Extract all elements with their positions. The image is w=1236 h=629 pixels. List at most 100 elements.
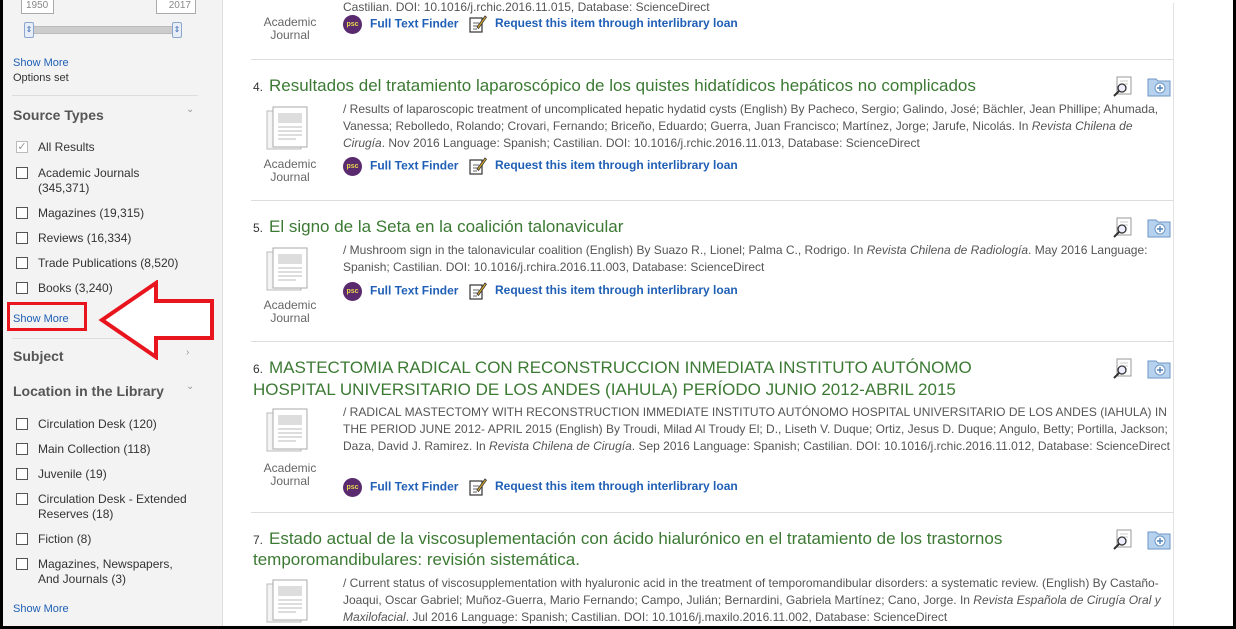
journal-thumbnail-icon[interactable] <box>265 407 315 453</box>
record-meta: / Results of laparoscopic treatment of u… <box>343 102 1159 150</box>
facet-label: Juvenile <box>38 467 83 481</box>
add-to-folder-icon[interactable] <box>1147 216 1171 238</box>
interlibrary-loan-link[interactable]: Request this item through interlibrary l… <box>469 282 738 300</box>
record-title-link[interactable]: HOSPITAL UNIVERSITARIO DE LOS ANDES (IAH… <box>253 379 956 401</box>
facet-label: Main Collection <box>38 442 121 456</box>
psc-badge-icon: psc <box>343 282 362 301</box>
date-to-input[interactable]: 2017 <box>156 0 196 14</box>
chevron-down-icon[interactable]: ⌄ <box>186 104 194 115</box>
facet-count: (120) <box>128 417 157 431</box>
facet-circulation-desk[interactable]: Circulation Desk (120) <box>16 417 206 432</box>
checkbox[interactable] <box>16 468 28 480</box>
record-meta: / RADICAL MASTECTOMY WITH RECONSTRUCTION… <box>343 405 1170 453</box>
facet-count: (16,334) <box>86 231 132 245</box>
source-types-heading[interactable]: Source Types <box>13 107 104 123</box>
right-panel <box>1173 3 1233 626</box>
record-title-link[interactable]: El signo de la Seta en la coalición talo… <box>269 216 623 238</box>
facet-all-results[interactable]: ✓ All Results <box>16 140 206 155</box>
checkbox[interactable] <box>16 443 28 455</box>
checkbox[interactable] <box>16 533 28 545</box>
facet-label: Trade Publications <box>38 256 137 270</box>
date-slider-handle-right[interactable]: ⇕ <box>172 22 182 38</box>
checkbox[interactable] <box>16 167 28 179</box>
facet-juvenile[interactable]: Juvenile (19) <box>16 467 206 482</box>
record-number: 7. <box>253 533 264 547</box>
checkbox[interactable] <box>16 207 28 219</box>
checkbox[interactable] <box>16 418 28 430</box>
facet-label: Magazines <box>38 206 97 220</box>
record-number: 4. <box>253 80 264 94</box>
record-title-link[interactable]: Estado actual de la viscosuplementación … <box>269 528 1002 550</box>
journal-thumbnail-icon[interactable] <box>265 578 315 624</box>
facet-label: Magazines, Newspapers, And Journals <box>38 557 173 586</box>
journal-thumbnail-icon[interactable] <box>265 246 315 292</box>
record-title-link[interactable]: Resultados del tratamiento laparoscópico… <box>269 75 976 97</box>
facet-academic-journals[interactable]: Academic Journals (345,371) <box>16 166 206 198</box>
interlibrary-loan-link[interactable]: Request this item through interlibrary l… <box>469 15 738 33</box>
full-text-finder-link[interactable]: psc Full Text Finder <box>343 15 458 34</box>
checkbox[interactable] <box>16 558 28 570</box>
record-number: 6. <box>253 362 264 376</box>
facet-trade-publications[interactable]: Trade Publications (8,520) <box>16 256 206 271</box>
annotation-arrow-icon <box>98 280 214 360</box>
date-slider-handle-left[interactable]: ⇕ <box>24 22 34 38</box>
preview-magnifier-icon[interactable] <box>1113 217 1135 238</box>
facet-count: (19,315) <box>99 206 145 220</box>
facet-label: Books <box>38 281 72 295</box>
facet-label: All Results <box>38 140 95 154</box>
record-meta: / Mushroom sign in the talonavicular coa… <box>343 243 1148 274</box>
facet-reviews[interactable]: Reviews (16,334) <box>16 231 206 246</box>
record-meta: / Current status of viscosupplementation… <box>343 576 1161 624</box>
request-form-icon <box>469 282 487 300</box>
checkbox[interactable] <box>16 232 28 244</box>
facet-magazines-newspapers[interactable]: Magazines, Newspapers, And Journals (3) <box>16 557 206 589</box>
checkbox-checked-icon[interactable]: ✓ <box>16 141 28 153</box>
request-form-icon <box>469 157 487 175</box>
date-slider-track[interactable] <box>26 26 180 34</box>
checkbox[interactable] <box>16 282 28 294</box>
interlibrary-loan-link[interactable]: Request this item through interlibrary l… <box>469 478 738 496</box>
show-more-location-link[interactable]: Show More <box>13 603 69 615</box>
facet-count: (18) <box>92 507 114 521</box>
show-more-date-link[interactable]: Show More <box>13 57 69 69</box>
preview-magnifier-icon[interactable] <box>1113 529 1135 550</box>
add-to-folder-icon[interactable] <box>1147 528 1171 550</box>
facet-count: (118) <box>123 442 151 456</box>
divider <box>251 512 1176 513</box>
full-text-finder-link[interactable]: psc Full Text Finder <box>343 478 458 497</box>
checkbox[interactable] <box>16 493 28 505</box>
request-form-icon <box>469 15 487 33</box>
preview-magnifier-icon[interactable] <box>1113 358 1135 379</box>
facet-circulation-desk-extended[interactable]: Circulation Desk - Extended Reserves (18… <box>16 492 206 524</box>
record-number: 5. <box>253 221 264 235</box>
add-to-folder-icon[interactable] <box>1147 75 1171 97</box>
highlight-box <box>7 302 87 331</box>
subject-heading[interactable]: Subject <box>13 348 64 364</box>
screen-frame: 1950 2017 ⇕ ⇕ Show More Options set Sour… <box>0 0 1236 629</box>
full-text-finder-link[interactable]: psc Full Text Finder <box>343 157 458 176</box>
divider <box>251 59 1176 60</box>
publication-type-label: Academic Journal <box>263 298 317 325</box>
facet-count: (8) <box>76 532 92 546</box>
facet-main-collection[interactable]: Main Collection (118) <box>16 442 206 457</box>
facet-count: (3) <box>111 572 127 586</box>
publication-type-label: Academic Journal <box>263 15 317 42</box>
preview-magnifier-icon[interactable] <box>1113 76 1135 97</box>
facet-magazines[interactable]: Magazines (19,315) <box>16 206 206 221</box>
record-meta: Castilian. DOI: 10.1016/j.rchic.2016.11.… <box>343 0 710 14</box>
full-text-finder-link[interactable]: psc Full Text Finder <box>343 282 458 301</box>
divider <box>251 200 1176 201</box>
add-to-folder-icon[interactable] <box>1147 357 1171 379</box>
date-from-input[interactable]: 1950 <box>21 0 54 14</box>
record-title-link[interactable]: temporomandibulares: revisión sistemátic… <box>253 549 580 571</box>
checkbox[interactable] <box>16 257 28 269</box>
journal-thumbnail-icon[interactable] <box>265 105 315 151</box>
facet-label: Academic Journals <box>38 166 140 180</box>
location-heading[interactable]: Location in the Library <box>13 383 164 399</box>
options-set-label: Options set <box>13 72 69 84</box>
facet-label: Fiction <box>38 532 74 546</box>
interlibrary-loan-link[interactable]: Request this item through interlibrary l… <box>469 157 738 175</box>
record-title-link[interactable]: MASTECTOMIA RADICAL CON RECONSTRUCCION I… <box>269 357 972 379</box>
facet-fiction[interactable]: Fiction (8) <box>16 532 206 547</box>
chevron-down-icon[interactable]: ⌄ <box>186 381 194 392</box>
